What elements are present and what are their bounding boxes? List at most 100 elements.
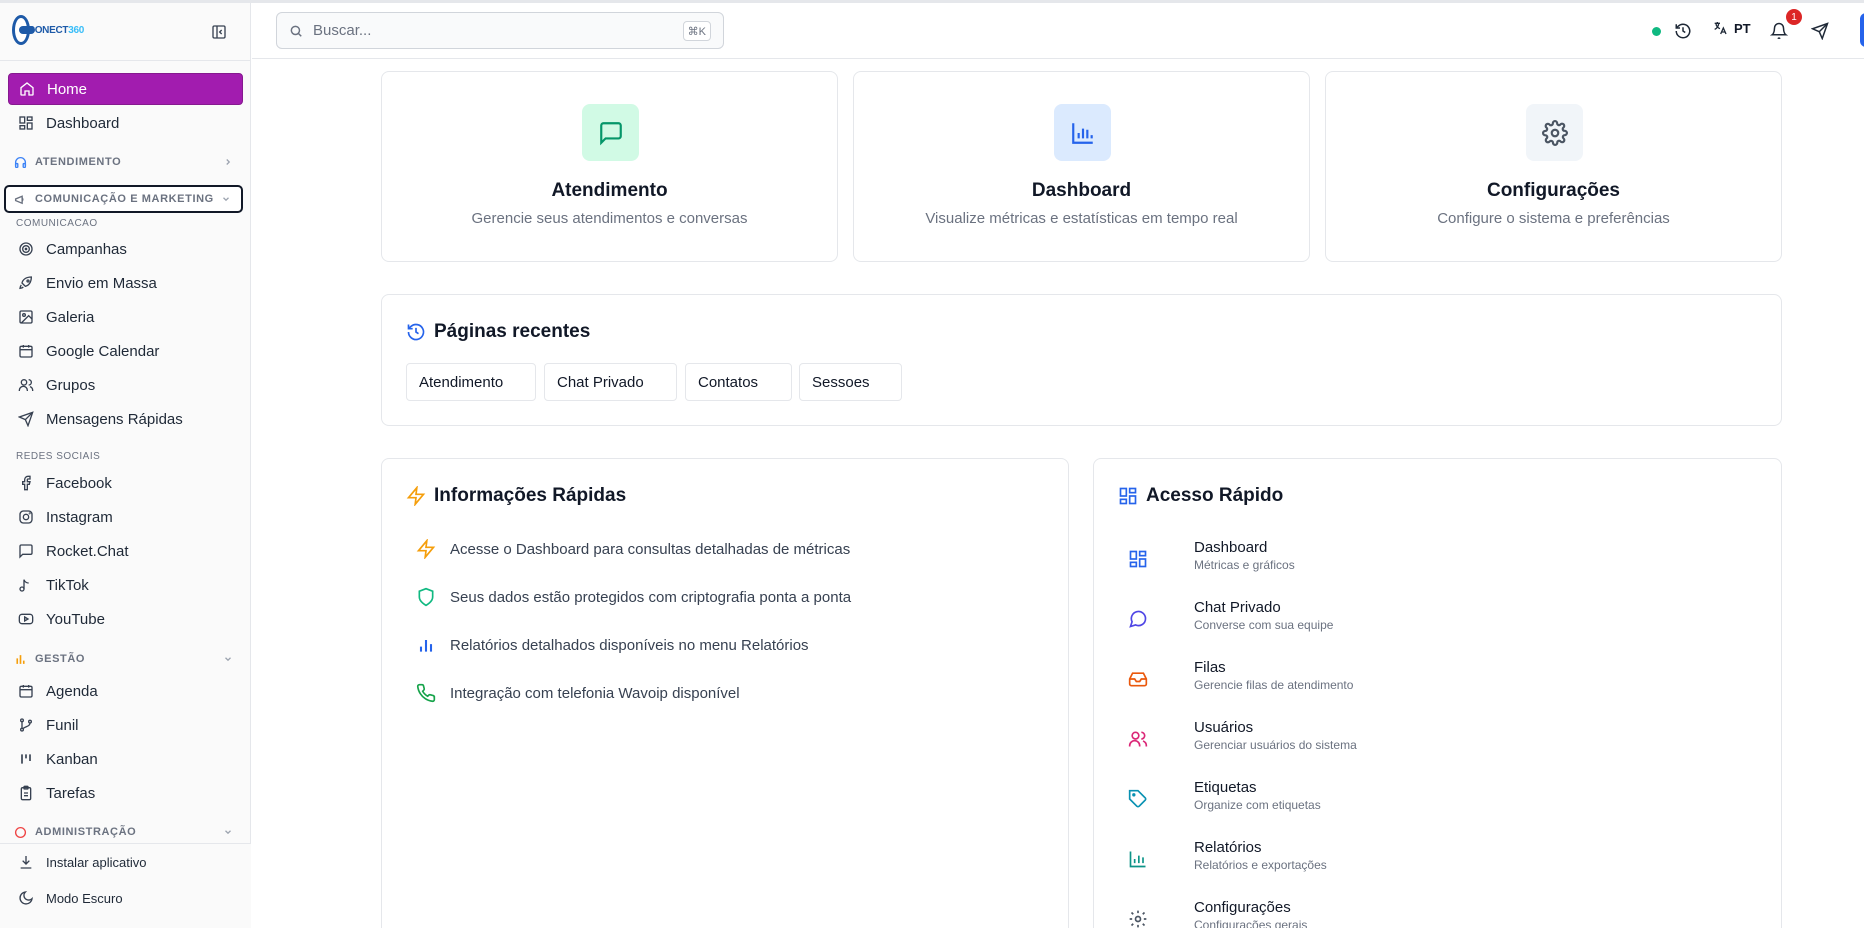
message-circle-icon bbox=[1128, 609, 1148, 629]
kanban-icon bbox=[18, 751, 34, 767]
sidebar-item-label: Campanhas bbox=[46, 240, 127, 258]
phone-icon bbox=[416, 683, 436, 703]
user-menu-button[interactable] bbox=[1860, 13, 1864, 47]
dark-mode-toggle[interactable]: Modo Escuro bbox=[8, 882, 243, 914]
section-administracao[interactable]: ADMINISTRAÇÃO bbox=[8, 821, 243, 843]
recent-chip-chat-privado[interactable]: Chat Privado bbox=[544, 363, 677, 401]
translate-icon bbox=[1712, 20, 1728, 36]
sidebar-item-grupos[interactable]: Grupos bbox=[8, 369, 243, 401]
quick-link-etiquetas[interactable]: Etiquetas Organize com etiquetas bbox=[1128, 779, 1528, 819]
sidebar-item-campanhas[interactable]: Campanhas bbox=[8, 233, 243, 265]
bar-chart-icon bbox=[416, 635, 436, 655]
sidebar-item-label: Galeria bbox=[46, 308, 95, 326]
search-input[interactable]: Buscar... ⌘K bbox=[276, 12, 724, 49]
sidebar-item-galeria[interactable]: Galeria bbox=[8, 301, 243, 333]
install-app-button[interactable]: Instalar aplicativo bbox=[8, 846, 243, 878]
target-icon bbox=[18, 241, 34, 257]
sidebar-item-label: Envio em Massa bbox=[46, 274, 157, 292]
feature-card-dashboard[interactable]: Dashboard Visualize métricas e estatísti… bbox=[853, 71, 1310, 262]
info-item: Integração com telefonia Wavoip disponív… bbox=[416, 683, 740, 703]
bell-icon[interactable] bbox=[1770, 22, 1788, 40]
bar-chart-icon bbox=[1054, 104, 1111, 161]
sidebar-item-instagram[interactable]: Instagram bbox=[8, 501, 243, 533]
quick-link-usuarios[interactable]: Usuários Gerenciar usuários do sistema bbox=[1128, 719, 1528, 759]
sidebar-item-google-calendar[interactable]: Google Calendar bbox=[8, 335, 243, 367]
logo-globe-icon bbox=[12, 15, 35, 45]
users-icon bbox=[18, 377, 34, 393]
sidebar-item-facebook[interactable]: Facebook bbox=[8, 467, 243, 499]
sidebar-item-agenda[interactable]: Agenda bbox=[8, 675, 243, 707]
inbox-icon bbox=[1128, 669, 1148, 689]
recent-chip-contatos[interactable]: Contatos bbox=[685, 363, 792, 401]
quick-link-relatorios[interactable]: Relatórios Relatórios e exportações bbox=[1128, 839, 1528, 879]
bar-chart-icon bbox=[14, 653, 27, 666]
recent-chip-sessoes[interactable]: Sessoes bbox=[799, 363, 902, 401]
tag-icon bbox=[1128, 789, 1148, 809]
language-selector[interactable]: PT bbox=[1712, 20, 1751, 36]
section-comunicacao-marketing[interactable]: COMUNICAÇÃO E MARKETING bbox=[4, 185, 243, 213]
sidebar-item-label: Mensagens Rápidas bbox=[46, 410, 183, 428]
quick-access-card: Acesso Rápido Dashboard Métricas e gráfi… bbox=[1093, 458, 1782, 928]
section-atendimento[interactable]: ATENDIMENTO bbox=[8, 151, 243, 173]
search-placeholder: Buscar... bbox=[313, 22, 372, 39]
sidebar-item-mensagens-rapidas[interactable]: Mensagens Rápidas bbox=[8, 403, 243, 435]
sidebar-item-youtube[interactable]: YouTube bbox=[8, 603, 243, 635]
sidebar-item-home[interactable]: Home bbox=[8, 73, 243, 105]
sidebar-item-rocket-chat[interactable]: Rocket.Chat bbox=[8, 535, 243, 567]
subsection-redes-sociais: REDES SOCIAIS bbox=[16, 451, 101, 462]
music-note-icon bbox=[18, 577, 34, 593]
sidebar-collapse-icon[interactable] bbox=[211, 24, 227, 40]
feature-card-atendimento[interactable]: Atendimento Gerencie seus atendimentos e… bbox=[381, 71, 838, 262]
sidebar-item-tiktok[interactable]: TikTok bbox=[8, 569, 243, 601]
chevron-right-icon bbox=[223, 157, 233, 167]
sidebar-item-funil[interactable]: Funil bbox=[8, 709, 243, 741]
history-icon[interactable] bbox=[1674, 22, 1692, 40]
quick-link-dashboard[interactable]: Dashboard Métricas e gráficos bbox=[1128, 539, 1528, 579]
feature-title: Configurações bbox=[1486, 180, 1621, 201]
instagram-icon bbox=[18, 509, 34, 525]
calendar-icon bbox=[18, 683, 34, 699]
rocket-icon bbox=[18, 275, 34, 291]
sidebar-item-label: TikTok bbox=[46, 576, 89, 594]
sidebar-item-label: YouTube bbox=[46, 610, 105, 628]
feature-title: Atendimento bbox=[551, 180, 668, 201]
feature-card-configuracoes[interactable]: Configurações Configure o sistema e pref… bbox=[1325, 71, 1782, 262]
sidebar-item-label: Google Calendar bbox=[46, 342, 160, 360]
quick-link-configuracoes[interactable]: Configurações Configurações gerais bbox=[1128, 899, 1528, 928]
app-logo[interactable]: CONECT360 bbox=[12, 13, 84, 47]
users-icon bbox=[1128, 729, 1148, 749]
git-branch-icon bbox=[18, 717, 34, 733]
search-icon bbox=[289, 24, 303, 38]
sidebar-item-kanban[interactable]: Kanban bbox=[8, 743, 243, 775]
send-icon[interactable] bbox=[1811, 22, 1829, 40]
calendar-icon bbox=[18, 343, 34, 359]
notification-badge: 1 bbox=[1786, 9, 1802, 25]
message-square-icon bbox=[582, 104, 639, 161]
message-square-icon bbox=[18, 543, 34, 559]
info-item: Seus dados estão protegidos com criptogr… bbox=[416, 587, 851, 607]
recent-pages-title: Páginas recentes bbox=[406, 321, 590, 343]
chevron-down-icon bbox=[223, 827, 233, 837]
youtube-icon bbox=[18, 611, 34, 627]
history-icon bbox=[406, 322, 426, 342]
clipboard-icon bbox=[18, 785, 34, 801]
quick-link-filas[interactable]: Filas Gerencie filas de atendimento bbox=[1128, 659, 1528, 699]
sidebar-item-label: Rocket.Chat bbox=[46, 542, 129, 560]
section-gestao[interactable]: GESTÃO bbox=[8, 648, 243, 670]
quick-access-title: Acesso Rápido bbox=[1118, 485, 1283, 507]
sidebar-item-label: Tarefas bbox=[46, 784, 96, 802]
image-icon bbox=[18, 309, 34, 325]
facebook-icon bbox=[18, 475, 34, 491]
settings-icon bbox=[1526, 104, 1583, 161]
chevron-down-icon bbox=[223, 654, 233, 664]
quick-info-card: Informações Rápidas Acesse o Dashboard p… bbox=[381, 458, 1069, 928]
zap-icon bbox=[406, 486, 426, 506]
recent-chip-atendimento[interactable]: Atendimento bbox=[406, 363, 536, 401]
sidebar-item-envio-massa[interactable]: Envio em Massa bbox=[8, 267, 243, 299]
sidebar-item-tarefas[interactable]: Tarefas bbox=[8, 777, 243, 809]
sidebar-footer: Instalar aplicativo Modo Escuro bbox=[0, 843, 251, 928]
megaphone-icon bbox=[14, 193, 27, 206]
sidebar-item-dashboard[interactable]: Dashboard bbox=[8, 107, 243, 139]
quick-link-chat-privado[interactable]: Chat Privado Converse com sua equipe bbox=[1128, 599, 1528, 639]
chevron-down-icon bbox=[221, 194, 231, 204]
